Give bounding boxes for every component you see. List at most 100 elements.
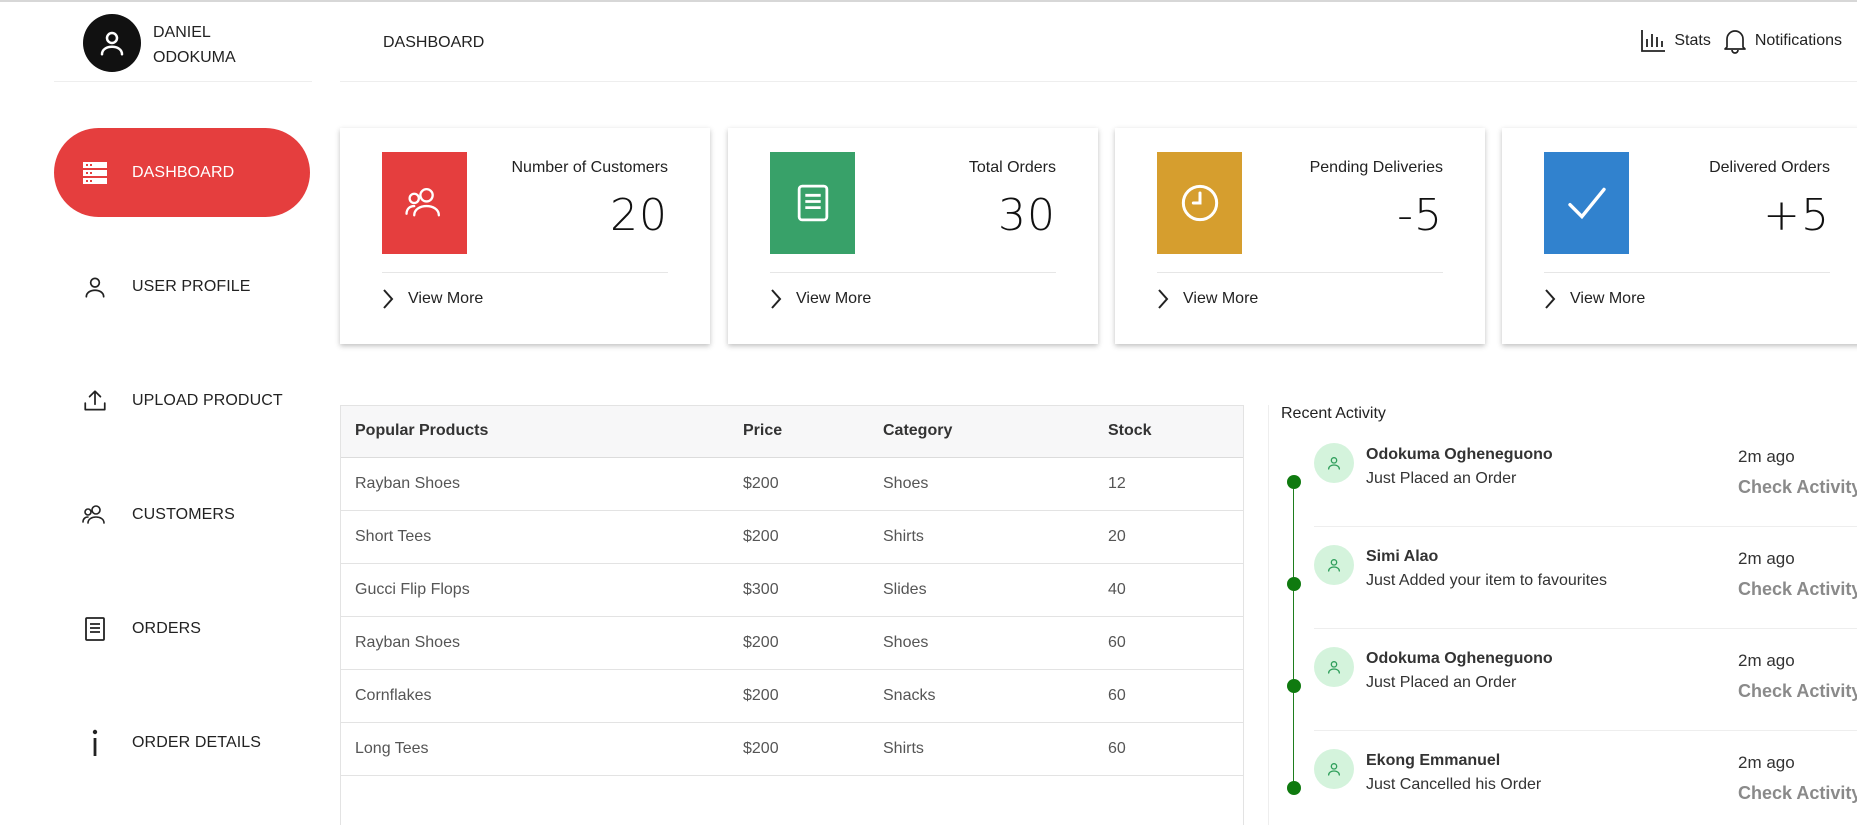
product-price: $300 — [729, 563, 869, 617]
user-block: DANIEL ODOKUMA — [54, 14, 312, 82]
check-activity-link[interactable]: Check Activity — [1738, 783, 1857, 804]
view-more-link[interactable]: View More — [1157, 288, 1258, 310]
activity-time: 2m ago — [1738, 651, 1795, 670]
sidebar-item-label: CUSTOMERS — [132, 505, 235, 523]
view-more-label: View More — [1570, 290, 1646, 307]
upload-icon — [80, 386, 110, 416]
view-more-link[interactable]: View More — [770, 288, 871, 310]
recent-activity-panel: Recent Activity Odokuma Ogheneguono Just… — [1268, 405, 1857, 825]
card-value: 20 — [610, 190, 668, 241]
view-more-label: View More — [408, 290, 484, 307]
column-header[interactable]: Popular Products — [341, 406, 729, 458]
table-row: Long Tees $200 Shirts 60 — [341, 722, 1243, 776]
check-icon — [1567, 187, 1606, 220]
chevron-right-icon — [383, 289, 394, 309]
activity-time: 2m ago — [1738, 549, 1795, 568]
card-label: Delivered Orders — [1709, 159, 1830, 176]
user-icon — [80, 272, 110, 302]
user-avatar[interactable] — [83, 14, 141, 72]
product-name: Gucci Flip Flops — [341, 563, 729, 617]
card-value: -5 — [1397, 190, 1443, 241]
activity-time: 2m ago — [1738, 753, 1795, 772]
sidebar-item-user-profile[interactable]: USER PROFILE — [54, 242, 310, 331]
activity-description: Just Placed an Order — [1366, 674, 1517, 691]
view-more-label: View More — [796, 290, 872, 307]
sidebar-item-order-details[interactable]: ORDER DETAILS — [54, 698, 310, 787]
products-table: Popular Products Price Category Stock Ra… — [341, 406, 1243, 776]
notifications-button[interactable]: Notifications — [1723, 28, 1842, 54]
product-price: $200 — [729, 616, 869, 670]
sidebar-item-label: ORDERS — [132, 619, 202, 637]
product-category: Snacks — [869, 669, 1094, 723]
activity-avatar — [1314, 647, 1354, 687]
sidebar-item-orders[interactable]: ORDERS — [54, 584, 310, 673]
sidebar-item-label: DASHBOARD — [132, 163, 235, 181]
column-header[interactable]: Price — [729, 406, 869, 458]
divider — [1157, 272, 1443, 273]
popular-products-table: Popular Products Price Category Stock Ra… — [340, 405, 1244, 825]
check-activity-link[interactable]: Check Activity — [1738, 579, 1857, 600]
product-name: Rayban Shoes — [341, 457, 729, 511]
bell-icon — [1723, 30, 1746, 54]
column-header[interactable]: Stock — [1094, 406, 1243, 458]
view-more-link[interactable]: View More — [1544, 288, 1645, 310]
product-stock: 20 — [1094, 510, 1243, 564]
activity-item: Simi Alao Just Added your item to favour… — [1269, 542, 1857, 644]
activity-user-name: Odokuma Ogheneguono — [1366, 446, 1553, 463]
product-name: Rayban Shoes — [341, 616, 729, 670]
card-label: Number of Customers — [511, 159, 669, 176]
clock-icon — [1181, 184, 1218, 222]
check-activity-link[interactable]: Check Activity — [1738, 681, 1857, 702]
user-last-name: ODOKUMA — [153, 49, 236, 66]
stats-button[interactable]: Stats — [1640, 29, 1711, 53]
user-icon — [1328, 457, 1340, 470]
activity-description: Just Cancelled his Order — [1366, 776, 1542, 793]
activity-description: Just Placed an Order — [1366, 470, 1517, 487]
activity-description: Just Added your item to favourites — [1366, 572, 1608, 589]
product-price: $200 — [729, 510, 869, 564]
server-list-icon — [80, 158, 110, 188]
user-icon — [1328, 661, 1340, 674]
check-activity-link[interactable]: Check Activity — [1738, 477, 1857, 498]
document-icon — [80, 614, 110, 644]
card-icon-tile — [1544, 152, 1629, 254]
user-name: DANIEL ODOKUMA — [153, 20, 253, 70]
sidebar-item-label: ORDER DETAILS — [132, 733, 262, 751]
product-price: $200 — [729, 722, 869, 776]
product-name: Long Tees — [341, 722, 729, 776]
card-icon-tile — [770, 152, 855, 254]
divider — [1314, 628, 1857, 629]
card-icon-tile — [1157, 152, 1242, 254]
view-more-label: View More — [1183, 290, 1259, 307]
activity-user-name: Ekong Emmanuel — [1366, 752, 1501, 769]
product-category: Slides — [869, 563, 1094, 617]
sidebar-item-dashboard[interactable]: DASHBOARD — [54, 128, 310, 217]
divider — [1544, 272, 1830, 273]
table-row: Short Tees $200 Shirts 20 — [341, 510, 1243, 564]
sidebar-item-customers[interactable]: CUSTOMERS — [54, 470, 310, 559]
table-header-row: Popular Products Price Category Stock — [341, 406, 1243, 458]
product-stock: 60 — [1094, 722, 1243, 776]
column-header[interactable]: Category — [869, 406, 1094, 458]
product-price: $200 — [729, 457, 869, 511]
view-more-link[interactable]: View More — [382, 288, 483, 310]
product-name: Short Tees — [341, 510, 729, 564]
chevron-right-icon — [771, 289, 782, 309]
sidebar-item-upload-product[interactable]: UPLOAD PRODUCT — [54, 356, 310, 445]
users-icon — [80, 500, 110, 530]
header-actions: Stats Notifications — [1628, 28, 1842, 54]
product-stock: 12 — [1094, 457, 1243, 511]
product-stock: 40 — [1094, 563, 1243, 617]
table-row: Cornflakes $200 Snacks 60 — [341, 669, 1243, 723]
recent-activity-title: Recent Activity — [1281, 405, 1386, 422]
divider — [1314, 730, 1857, 731]
users-icon — [404, 187, 440, 217]
product-category: Shirts — [869, 722, 1094, 776]
activity-user-name: Simi Alao — [1366, 548, 1439, 565]
activity-time: 2m ago — [1738, 447, 1795, 466]
user-icon — [1328, 559, 1340, 572]
stat-card-pending: Pending Deliveries -5 View More — [1115, 128, 1485, 344]
user-icon — [1328, 763, 1340, 776]
stat-card-delivered: Delivered Orders +5 View More — [1502, 128, 1857, 344]
timeline-dot — [1287, 781, 1301, 795]
